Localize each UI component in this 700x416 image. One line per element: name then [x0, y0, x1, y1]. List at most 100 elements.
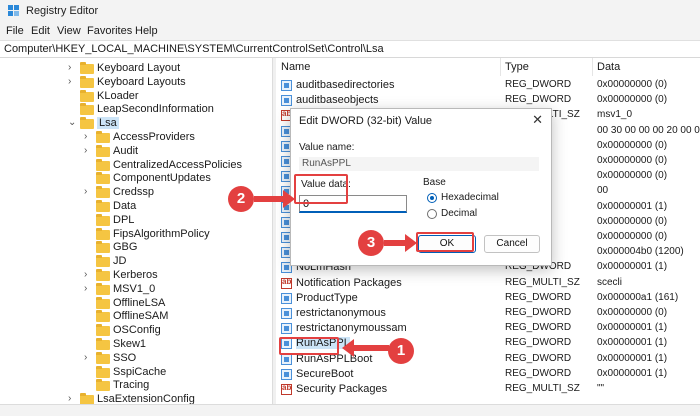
value-data: 0x00000001 (1): [597, 367, 668, 379]
value-name: SecureBoot: [296, 367, 354, 380]
value-row[interactable]: Security Packages REG_MULTI_SZ "": [276, 382, 700, 398]
value-data: 0x00000000 (0): [597, 79, 668, 90]
value-row[interactable]: restrictanonymous REG_DWORD 0x00000000 (0): [276, 306, 700, 322]
tree-item-label: Data: [113, 200, 137, 212]
value-row[interactable]: Notification Packages REG_MULTI_SZ scecli: [276, 276, 700, 292]
value-data: "": [597, 383, 605, 394]
chevron-icon[interactable]: ›: [84, 186, 94, 197]
tree-item-label: Audit: [113, 144, 139, 157]
tree-item-label: OfflineLSA: [113, 296, 166, 309]
binary-value-icon: [281, 323, 292, 335]
value-name: auditbaseobjects: [296, 94, 379, 107]
binary-value-icon: [281, 292, 292, 304]
cancel-button[interactable]: Cancel: [484, 235, 540, 253]
value-data: 0x00000000 (0): [597, 94, 668, 106]
value-type: REG_DWORD: [505, 367, 572, 379]
column-header-type[interactable]: Type: [505, 58, 593, 76]
decimal-label: Decimal: [441, 208, 478, 219]
folder-icon: [96, 351, 110, 364]
folder-icon: [80, 75, 94, 88]
value-row[interactable]: ProductType REG_DWORD 0x000000a1 (161): [276, 291, 700, 307]
address-bar[interactable]: Computer\HKEY_LOCAL_MACHINE\SYSTEM\Curre…: [0, 40, 700, 58]
address-path[interactable]: Computer\HKEY_LOCAL_MACHINE\SYSTEM\Curre…: [4, 43, 384, 55]
tree-item-label: Lsa: [97, 117, 119, 130]
callout-badge-1: 1: [388, 338, 414, 364]
value-type: REG_DWORD: [505, 352, 572, 364]
chevron-icon[interactable]: ›: [84, 145, 94, 156]
value-row[interactable]: restrictanonymoussam REG_DWORD 0x00000001 …: [276, 321, 700, 337]
chevron-icon[interactable]: ›: [84, 269, 94, 280]
folder-icon: [96, 296, 110, 309]
callout-arrow-2: [254, 196, 284, 202]
column-header-data[interactable]: Data: [597, 58, 697, 76]
ok-button-highlight: [416, 232, 474, 252]
value-data: 00: [597, 185, 609, 197]
folder-icon: [96, 131, 110, 143]
value-type: REG_MULTI_SZ: [505, 276, 580, 288]
decimal-radio[interactable]: [427, 209, 437, 219]
tree-item-label: SspiCache: [113, 365, 167, 378]
folder-icon: [96, 241, 110, 254]
binary-value-icon: [281, 353, 292, 365]
folder-icon: [96, 172, 110, 185]
tree-item-label: Kerberos: [113, 269, 158, 281]
value-row[interactable]: SecureBoot REG_DWORD 0x00000001 (1): [276, 367, 700, 383]
tree-item-label: SSO: [113, 351, 137, 364]
binary-value-icon: [281, 308, 292, 319]
folder-icon: [96, 379, 110, 392]
tree-item-label: Keyboard Layouts: [97, 75, 186, 88]
value-data: 0x00000000 (0): [597, 307, 668, 318]
status-bar: [0, 404, 700, 416]
chevron-icon[interactable]: ⌄: [68, 117, 78, 128]
value-name: restrictanonymoussam: [296, 322, 407, 335]
chevron-icon[interactable]: ›: [68, 393, 78, 404]
registry-editor-icon: [8, 5, 20, 17]
value-type: REG_DWORD: [505, 322, 572, 334]
tree-item-label: FipsAlgorithmPolicy: [113, 227, 210, 240]
value-data: 0x00000001 (1): [597, 337, 668, 349]
value-name: auditbasedirectories: [296, 79, 395, 91]
value-row[interactable]: RunAsPPLBoot REG_DWORD 0x00000001 (1): [276, 352, 700, 368]
chevron-icon[interactable]: ›: [84, 352, 94, 363]
folder-icon: [96, 144, 110, 157]
value-data: 0x00000000 (0): [597, 155, 668, 166]
value-type: REG_DWORD: [505, 291, 572, 303]
menu-bar: File Edit View Favorites Help: [0, 22, 700, 40]
close-icon[interactable]: ✕: [532, 112, 543, 128]
chevron-icon[interactable]: ›: [84, 283, 94, 294]
menu-edit[interactable]: Edit: [31, 25, 50, 37]
column-header-name[interactable]: Name: [281, 58, 501, 76]
tree-item[interactable]: › LsaExtensionConfig: [0, 392, 272, 404]
folder-icon: [96, 227, 110, 240]
string-value-icon: [281, 277, 292, 289]
value-data: 0x00000000 (0): [597, 231, 668, 242]
hexadecimal-radio[interactable]: [427, 193, 437, 203]
value-name: restrictanonymous: [296, 307, 386, 319]
value-data-highlight: [294, 174, 348, 204]
value-row[interactable]: auditbasedirectories REG_DWORD 0x00000000 …: [276, 78, 700, 94]
title-bar: Registry Editor: [0, 0, 700, 22]
folder-icon: [96, 200, 110, 212]
hexadecimal-label: Hexadecimal: [441, 192, 499, 203]
folder-icon: [96, 310, 110, 323]
chevron-icon[interactable]: ›: [84, 131, 94, 142]
tree-item-label: MSV1_0: [113, 282, 156, 295]
tree-item-label: LsaExtensionConfig: [97, 393, 195, 404]
folder-icon: [96, 255, 110, 268]
tree-item-label: Credssp: [113, 186, 154, 199]
chevron-icon[interactable]: ›: [68, 76, 78, 87]
tree-item-label: ComponentUpdates: [113, 172, 211, 185]
menu-help[interactable]: Help: [135, 25, 158, 37]
chevron-icon[interactable]: ›: [68, 62, 78, 73]
menu-view[interactable]: View: [57, 25, 81, 37]
callout-badge-3: 3: [358, 230, 384, 256]
callout-arrow-3: [384, 240, 406, 246]
tree-item-label: LeapSecondInformation: [97, 103, 214, 116]
value-type: REG_DWORD: [505, 337, 572, 349]
key-tree[interactable]: › Keyboard Layout › Keyboard Layouts KLoader…: [0, 58, 272, 404]
menu-file[interactable]: File: [6, 25, 24, 37]
menu-favorites[interactable]: Favorites: [87, 25, 132, 37]
value-row[interactable]: RunAsPPL REG_DWORD 0x00000001 (1): [276, 336, 700, 352]
folder-icon: [80, 103, 94, 116]
value-row[interactable]: auditbaseobjects REG_DWORD 0x00000000 (0): [276, 93, 700, 109]
